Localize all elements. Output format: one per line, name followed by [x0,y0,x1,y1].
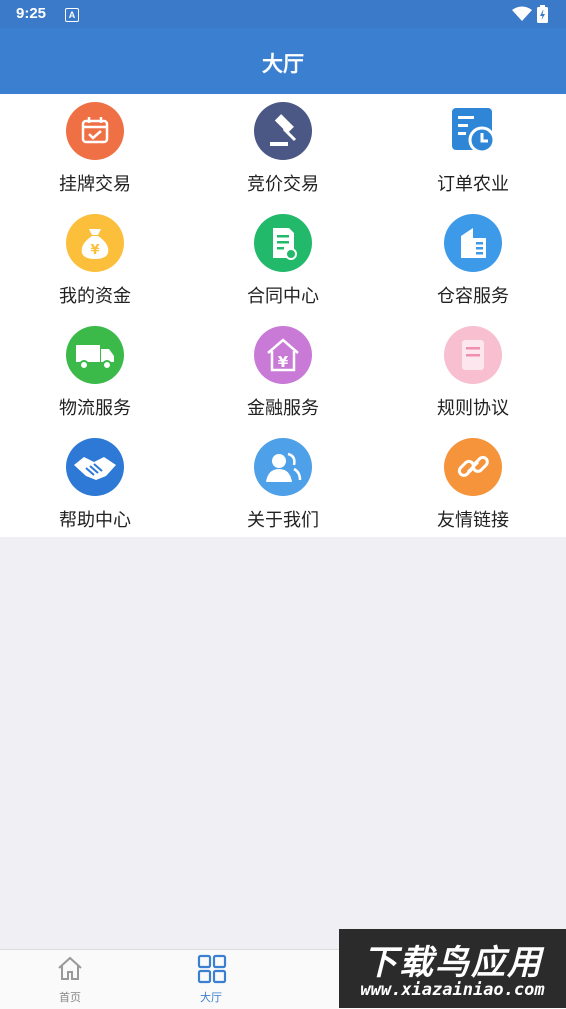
grid-item-listing-trade[interactable]: 挂牌交易 [0,94,190,206]
grid-item-label: 规则协议 [437,398,509,419]
order-clock-icon [444,102,502,160]
tab-label: 大厅 [200,991,222,1004]
users-icon [254,438,312,496]
warehouse-icon [444,214,502,272]
handshake-icon [66,438,124,496]
grid-icon [197,954,227,984]
gavel-icon [254,102,312,160]
grid-item-my-funds[interactable]: ¥ 我的资金 [0,206,190,318]
grid-item-warehouse-service[interactable]: 仓容服务 [378,206,566,318]
grid-item-logistics-service[interactable]: 物流服务 [0,318,190,430]
watermark-logo: 下载鸟应用 www.xiazainiao.com [339,929,566,1008]
contract-icon [254,214,312,272]
grid-item-rules-agreement[interactable]: 规则协议 [378,318,566,430]
grid-item-order-agriculture[interactable]: 订单农业 [378,94,566,206]
grid-item-label: 我的资金 [59,286,131,307]
grid-item-help-center[interactable]: 帮助中心 [0,430,190,542]
app-header: 大厅 [0,28,566,94]
grid-item-finance-service[interactable]: ¥ 金融服务 [188,318,378,430]
wifi-icon [512,6,532,21]
finance-house-icon: ¥ [254,326,312,384]
tab-home[interactable]: 首页 [0,950,140,1009]
home-icon [58,956,82,980]
grid-item-contract-center[interactable]: 合同中心 [188,206,378,318]
grid-item-label: 帮助中心 [59,510,131,531]
notification-icon: A [65,8,79,22]
grid-item-bidding-trade[interactable]: 竞价交易 [188,94,378,206]
money-bag-icon: ¥ [66,214,124,272]
grid-item-label: 竞价交易 [247,174,319,195]
grid-item-about-us[interactable]: 关于我们 [188,430,378,542]
grid-item-label: 挂牌交易 [59,174,131,195]
truck-icon [66,326,124,384]
grid-item-friendly-links[interactable]: 友情链接 [378,430,566,542]
page-title: 大厅 [262,52,304,76]
link-icon [444,438,502,496]
grid-item-label: 仓容服务 [437,286,509,307]
tab-hall[interactable]: 大厅 [141,950,281,1009]
grid-item-label: 金融服务 [247,398,319,419]
status-time: 9:25 [16,5,47,22]
grid-item-label: 合同中心 [247,286,319,307]
watermark-url: www.xiazainiao.com [360,980,545,1000]
document-icon [444,326,502,384]
grid-item-label: 友情链接 [437,510,509,531]
tab-label: 首页 [59,991,81,1004]
status-bar: 9:25 A [0,0,566,28]
svg-text:¥: ¥ [278,353,289,371]
battery-icon [537,5,548,23]
function-grid: 挂牌交易 竞价交易 订单农业 ¥ 我的资金 合同中心 仓容服务 物流服务 ¥ 金… [0,94,566,537]
svg-text:¥: ¥ [90,243,99,258]
calendar-check-icon [66,102,124,160]
watermark-title: 下载鸟应用 [363,943,543,983]
grid-item-label: 关于我们 [247,510,319,531]
grid-item-label: 物流服务 [59,398,131,419]
grid-item-label: 订单农业 [437,174,509,195]
